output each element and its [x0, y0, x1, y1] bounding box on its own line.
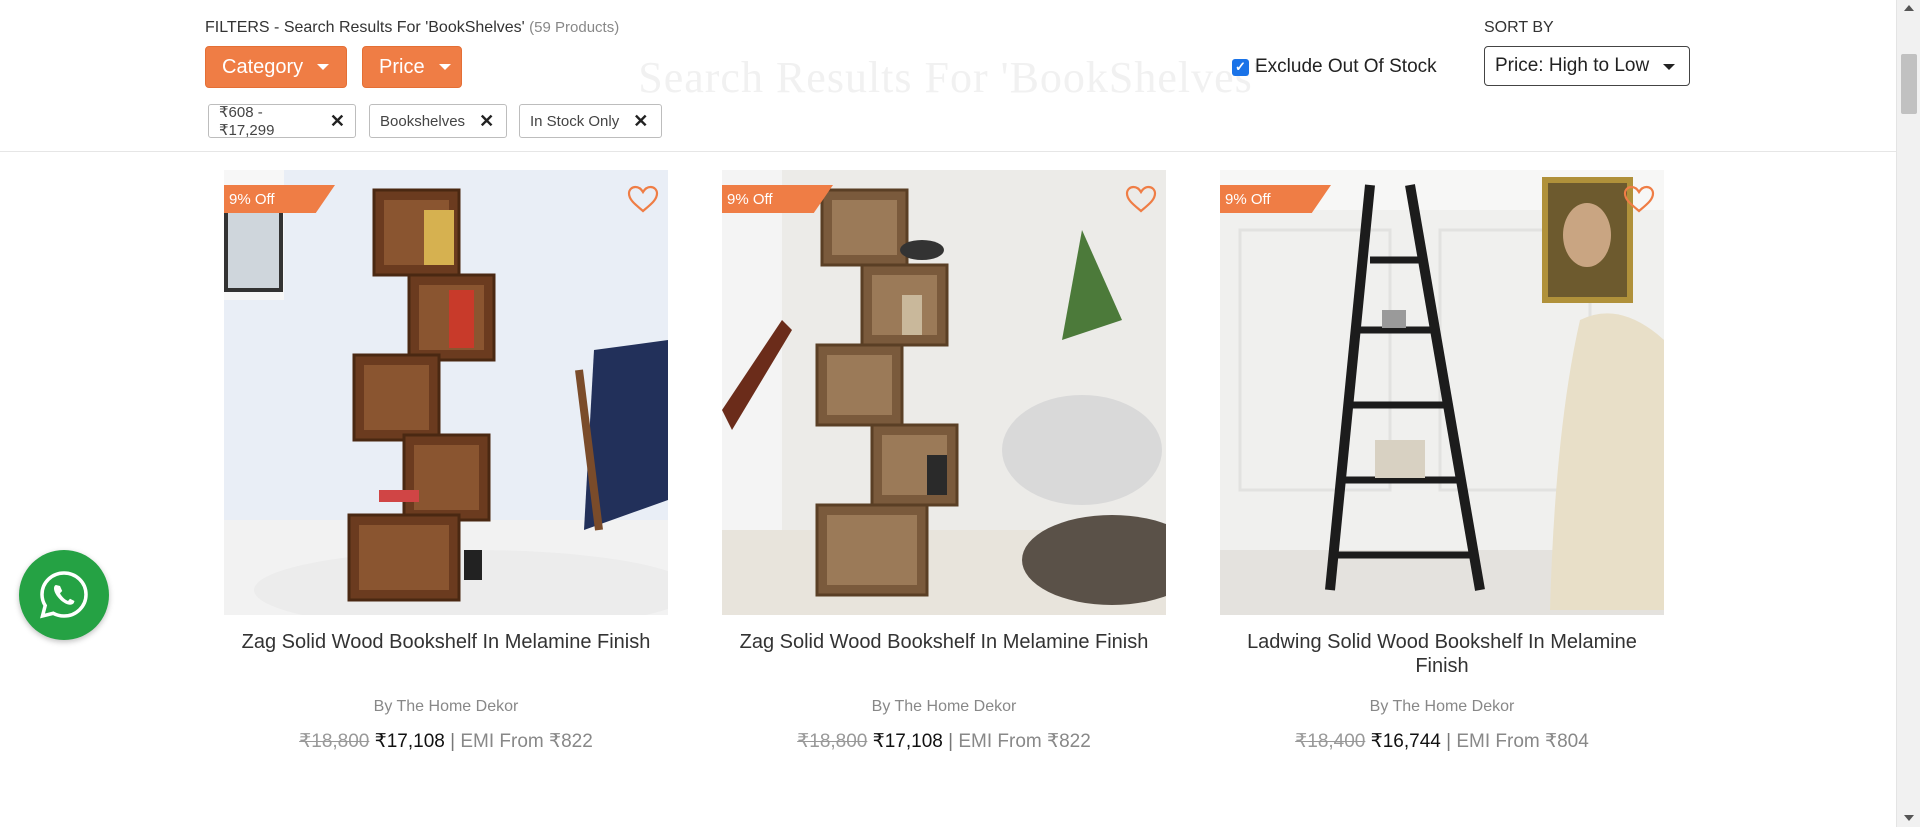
category-dropdown-button[interactable]: Category: [205, 46, 347, 88]
product-count: (59 Products): [529, 19, 620, 36]
chip-label: In Stock Only: [530, 112, 620, 130]
price-separator: |: [948, 731, 954, 752]
product-name[interactable]: Zag Solid Wood Bookshelf In Melamine Fin…: [224, 630, 668, 654]
product-photo: [722, 170, 1166, 615]
price-separator: |: [450, 731, 456, 752]
whatsapp-chat-button[interactable]: [19, 550, 109, 640]
chip-label: Bookshelves: [380, 112, 466, 130]
sort-select[interactable]: Price: High to Low: [1484, 46, 1690, 86]
close-icon[interactable]: ✕: [479, 112, 494, 130]
sale-price: ₹17,108: [374, 731, 445, 752]
close-icon[interactable]: ✕: [633, 112, 648, 130]
sort-label: SORT BY: [1484, 19, 1554, 36]
filter-chip-category: Bookshelves ✕: [369, 104, 507, 138]
scroll-up-arrow-icon[interactable]: [1904, 5, 1914, 11]
product-photo: [224, 170, 668, 615]
whatsapp-icon: [40, 571, 88, 619]
product-price: ₹18,800 ₹17,108 | EMI From ₹822: [722, 730, 1166, 753]
caret-down-icon: [1663, 64, 1675, 70]
emi-text: EMI From ₹804: [1456, 731, 1589, 752]
category-label: Category: [222, 55, 304, 78]
filter-chip-price-range: ₹608 - ₹17,299 ✕: [208, 104, 356, 139]
sale-price: ₹17,108: [872, 731, 943, 752]
product-brand: By The Home Dekor: [871, 698, 1017, 715]
price-dropdown-button[interactable]: Price: [362, 46, 462, 88]
scrollbar-thumb[interactable]: [1901, 54, 1917, 114]
chip-label: ₹608 - ₹17,299: [219, 104, 275, 139]
product-brand: By The Home Dekor: [373, 698, 519, 715]
sort-selected-value: Price: High to Low: [1495, 55, 1650, 76]
sale-price: ₹16,744: [1370, 731, 1441, 752]
product-price: ₹18,400 ₹16,744 | EMI From ₹804: [1220, 730, 1664, 753]
product-brand: By The Home Dekor: [1369, 698, 1515, 715]
discount-badge: 9% Off: [1220, 185, 1331, 213]
product-image[interactable]: 9% Off: [1220, 170, 1664, 615]
discount-badge: 9% Off: [722, 185, 833, 213]
heart-outline-icon[interactable]: [1124, 184, 1158, 214]
exclude-out-of-stock-label: Exclude Out Of Stock: [1255, 56, 1437, 77]
close-icon[interactable]: ✕: [330, 112, 345, 130]
heart-outline-icon[interactable]: [626, 184, 660, 214]
scroll-down-arrow-icon[interactable]: [1904, 815, 1914, 821]
filters-title: FILTERS - Search Results For 'BookShelve…: [205, 19, 619, 37]
filter-chip-stock: In Stock Only ✕: [519, 104, 662, 138]
product-photo: [1220, 170, 1664, 615]
mrp-price: ₹18,800: [299, 731, 370, 752]
mrp-price: ₹18,400: [1295, 731, 1366, 752]
product-card[interactable]: 9% Off Ladwing Solid Wood Bookshelf In M…: [1220, 170, 1664, 770]
price-label: Price: [379, 55, 425, 78]
product-image[interactable]: 9% Off: [224, 170, 668, 615]
heart-outline-icon[interactable]: [1622, 184, 1656, 214]
product-image[interactable]: 9% Off: [722, 170, 1166, 615]
product-price: ₹18,800 ₹17,108 | EMI From ₹822: [224, 730, 668, 753]
exclude-out-of-stock-checkbox[interactable]: ✓: [1232, 58, 1249, 76]
exclude-out-of-stock-toggle[interactable]: ✓ Exclude Out Of Stock: [1232, 56, 1437, 78]
product-card[interactable]: 9% Off Zag Solid Wood Bookshelf In Melam…: [722, 170, 1166, 770]
product-name[interactable]: Ladwing Solid Wood Bookshelf In Melamine…: [1220, 630, 1664, 678]
caret-down-icon: [317, 64, 330, 70]
filters-title-text: FILTERS - Search Results For 'BookShelve…: [205, 19, 525, 36]
emi-text: EMI From ₹822: [958, 731, 1091, 752]
page-scrollbar[interactable]: [1896, 0, 1920, 827]
caret-down-icon: [438, 64, 451, 70]
emi-text: EMI From ₹822: [460, 731, 593, 752]
price-separator: |: [1446, 731, 1452, 752]
mrp-price: ₹18,800: [797, 731, 868, 752]
product-name[interactable]: Zag Solid Wood Bookshelf In Melamine Fin…: [722, 630, 1166, 654]
product-card[interactable]: 9% Off Zag Solid Wood Bookshelf In Melam…: [224, 170, 668, 770]
filter-bar: FILTERS - Search Results For 'BookShelve…: [0, 0, 1896, 152]
discount-badge: 9% Off: [224, 185, 335, 213]
